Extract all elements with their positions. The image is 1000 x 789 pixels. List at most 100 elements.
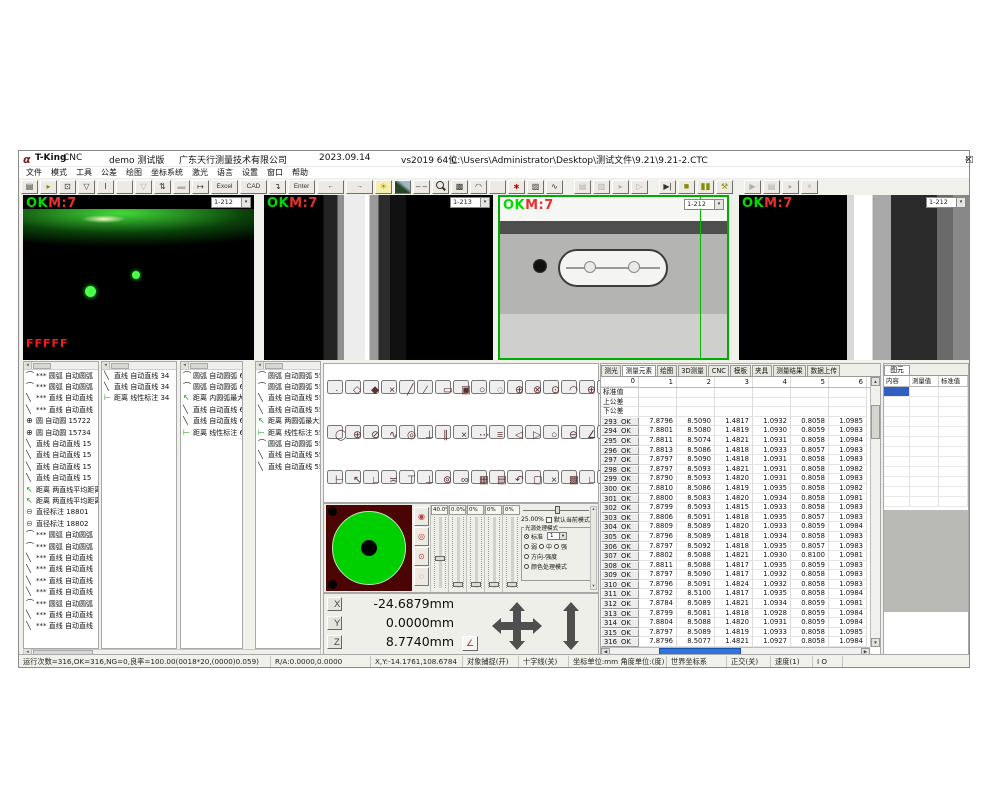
tool-icon[interactable]: ∟: [363, 470, 379, 484]
list-item[interactable]: ⌒*** 圆弧 自动圆弧: [24, 370, 98, 381]
table-row[interactable]: 315OK7.87978.50891.48191.09330.80581.098…: [601, 628, 870, 638]
row-header-button[interactable]: 295OK: [601, 436, 639, 446]
tool-icon[interactable]: ×: [543, 470, 559, 484]
menu-item-绘图[interactable]: 绘图: [126, 167, 142, 178]
list-item[interactable]: ╲*** 直线 自动直线: [24, 393, 98, 404]
stage-blank-2-button[interactable]: ▬: [173, 180, 190, 194]
row-header-button[interactable]: 310OK: [601, 580, 639, 590]
table-row[interactable]: 312OK7.87848.50891.48211.09340.80591.098…: [601, 599, 870, 609]
open-file-button[interactable]: ▸: [40, 180, 57, 194]
list-item[interactable]: ⊢距离 线性标注 34: [102, 393, 176, 404]
row-header-button[interactable]: 308OK: [601, 561, 639, 571]
caliper-button[interactable]: I: [97, 180, 114, 194]
tool-icon[interactable]: ▭: [435, 380, 451, 394]
list-item[interactable]: ⌒圆弧 自动圆弧 66: [181, 370, 242, 381]
dither-button[interactable]: ▨: [527, 180, 544, 194]
tool-icon[interactable]: ▩: [561, 470, 577, 484]
camera-view-1[interactable]: FFFFF OKM:7 1-212 ▾: [23, 195, 254, 360]
table-row[interactable]: 294OK7.88018.50801.48191.09300.80591.098…: [601, 426, 870, 436]
ring-light-mode-button[interactable]: ◉: [414, 507, 429, 526]
list-item[interactable]: ⌒*** 圆弧 自动圆弧: [24, 381, 98, 392]
jog-xy-control[interactable]: [492, 606, 542, 646]
tool-icon[interactable]: ○: [471, 380, 487, 394]
menu-item-设置[interactable]: 设置: [242, 167, 258, 178]
list-item[interactable]: ╲直线 自动直线 55: [256, 393, 320, 404]
table-row[interactable]: 310OK7.87968.50911.48241.09320.80581.098…: [601, 580, 870, 590]
row-header-button[interactable]: 303OK: [601, 513, 639, 523]
tab-绘图[interactable]: 绘图: [657, 365, 677, 376]
list-item[interactable]: ⊢距离 线性标注 66: [181, 427, 242, 438]
hammer-button[interactable]: ⚒: [716, 180, 733, 194]
stage-move-button[interactable]: ⊡: [59, 180, 76, 194]
stage-x-button[interactable]: ↦: [192, 180, 209, 194]
list-scrollbar[interactable]: ◂: [24, 362, 98, 370]
table-row[interactable]: 307OK7.88028.50881.48211.09300.81001.098…: [601, 551, 870, 561]
scrollbar-thumb[interactable]: [265, 363, 283, 369]
scroll-down-icon[interactable]: ▼: [871, 638, 880, 647]
scene-button[interactable]: [394, 180, 411, 194]
table-row[interactable]: 295OK7.88118.50741.48211.09310.80581.098…: [601, 436, 870, 446]
list-item[interactable]: ⌒圆弧 自动圆弧 66: [181, 381, 242, 392]
scrollbar-thumb[interactable]: [190, 363, 208, 369]
tool-icon[interactable]: ≡: [489, 425, 505, 439]
list-item[interactable]: ↖距离 两直线平均距离: [24, 495, 98, 506]
pause-button[interactable]: ▮▮: [697, 180, 714, 194]
list-item[interactable]: ↖距离 两圆弧最大距: [256, 416, 320, 427]
axis-x-button[interactable]: X: [327, 597, 342, 611]
scroll-left-icon[interactable]: ◂: [24, 362, 32, 369]
tool-icon[interactable]: ⊘: [363, 425, 379, 439]
arrow-right-button[interactable]: →: [346, 180, 373, 194]
table-row[interactable]: 306OK7.87978.50921.48181.09350.80571.098…: [601, 542, 870, 552]
tab-模板[interactable]: 模板: [730, 365, 750, 376]
list-item[interactable]: ⌒*** 圆弧 自动圆弧: [24, 541, 98, 552]
tab-测光[interactable]: 测光: [601, 365, 621, 376]
list-scrollbar[interactable]: ◂: [102, 362, 176, 370]
tool-icon[interactable]: ▦: [471, 470, 487, 484]
save-2-button[interactable]: ▤: [574, 180, 591, 194]
scroll-up-icon[interactable]: ▲: [871, 377, 880, 386]
stage-z-button[interactable]: ⇅: [154, 180, 171, 194]
light-panel-scrollbar[interactable]: ▴▾: [590, 506, 597, 590]
row-header-button[interactable]: 301OK: [601, 494, 639, 504]
slider-thumb[interactable]: [435, 556, 445, 561]
tool-icon[interactable]: ⊚: [435, 470, 451, 484]
row-header-button[interactable]: 312OK: [601, 599, 639, 609]
angle-tool-button[interactable]: ∠: [462, 636, 478, 651]
menu-item-模式[interactable]: 模式: [51, 167, 67, 178]
play-to-end-button[interactable]: ▶|: [659, 180, 676, 194]
table-row[interactable]: 309OK7.87978.50901.48171.09320.80581.098…: [601, 570, 870, 580]
tool-icon[interactable]: ↖: [345, 470, 361, 484]
selected-cell[interactable]: [884, 387, 910, 397]
camera-view-4[interactable]: OKM:7 1-212 ▾: [739, 195, 969, 360]
row-header-button[interactable]: 311OK: [601, 589, 639, 599]
table-row[interactable]: 297OK7.87978.50901.48181.09310.80581.098…: [601, 455, 870, 465]
light-slider[interactable]: 0%: [466, 505, 484, 592]
list-item[interactable]: ╲直线 自动直线 66: [181, 404, 242, 415]
tool-icon[interactable]: ⊢: [327, 470, 343, 484]
list-item[interactable]: ╲*** 直线 自动直线: [24, 564, 98, 575]
slider-thumb[interactable]: [471, 582, 481, 587]
tool-icon[interactable]: ▢: [525, 470, 541, 484]
table-row[interactable]: 298OK7.87978.50931.48211.09310.80581.098…: [601, 465, 870, 475]
slider-track[interactable]: [434, 517, 446, 588]
tool-icon[interactable]: ⊥: [417, 470, 433, 484]
scroll-up-icon[interactable]: ▴: [592, 507, 594, 512]
list-item[interactable]: ╲直线 自动直线 55: [256, 404, 320, 415]
list-item[interactable]: ⊖直径标注 18801: [24, 507, 98, 518]
tool-icon[interactable]: ▤: [489, 470, 505, 484]
chevron-down-icon[interactable]: ▾: [956, 198, 965, 207]
table-row[interactable]: 316OK7.87968.50771.48211.09270.80581.098…: [601, 637, 870, 647]
standard-radio[interactable]: [524, 534, 529, 539]
axis-z-button[interactable]: Z: [327, 635, 342, 649]
table-row[interactable]: 303OK7.88068.50911.48181.09350.80571.098…: [601, 513, 870, 523]
list-item[interactable]: ╲直线 自动直线 66: [181, 416, 242, 427]
level-radio-弱[interactable]: [524, 544, 529, 549]
dashes-button[interactable]: ‒ ‒: [413, 180, 430, 194]
lasso-button[interactable]: ◠: [470, 180, 487, 194]
cad-button[interactable]: CAD: [240, 180, 267, 194]
probe-button[interactable]: ▽: [78, 180, 95, 194]
tab-测量元素[interactable]: 测量元素: [622, 365, 655, 376]
stage-blank-button[interactable]: [116, 180, 133, 194]
menu-item-语言[interactable]: 语言: [217, 167, 233, 178]
tool-icon[interactable]: ⊕: [345, 425, 361, 439]
